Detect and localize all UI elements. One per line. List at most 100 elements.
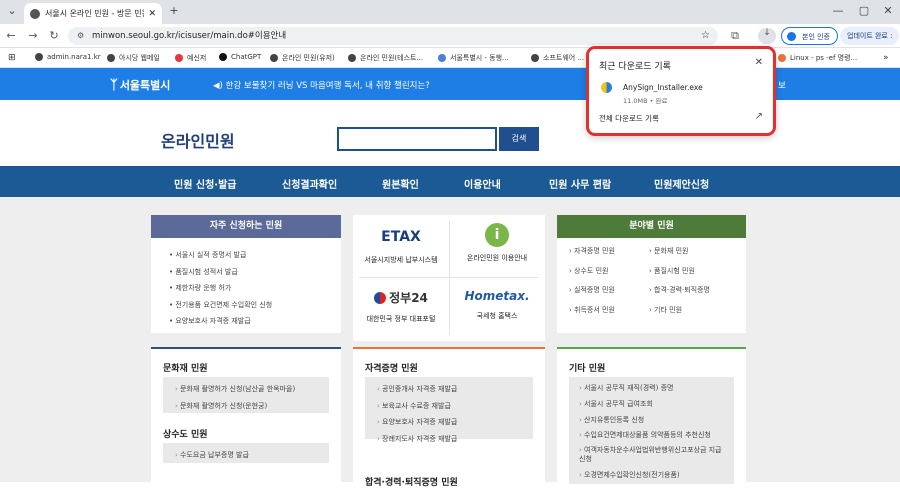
globe-icon [107,54,115,62]
bookmark-item[interactable]: 서울특별시 - 동행... [438,53,509,63]
culture-title[interactable]: 문화재 민원 [163,361,208,374]
list-item[interactable]: 서울시 공무직 재직(경력) 증명 [579,383,734,393]
other-list: 서울시 공무직 재직(경력) 증명 서울시 공무직 급여조회 산지유통인등록 신… [569,377,734,480]
page-title[interactable]: 온라인민원 [161,128,235,152]
globe-icon [35,53,43,61]
list-item[interactable]: 공인중개사 자격증 재발급 [377,384,533,394]
guide-link[interactable]: i 온라인민원 이용안내 [449,223,545,263]
service-label: 온라인민원 이용안내 [466,254,528,262]
bookmark-item[interactable]: ChatGPT [219,53,261,61]
list-item[interactable]: 수입요건면제대상물품 의약품등의 추천신청 [579,431,727,440]
taeguk-icon [374,292,387,304]
globe-icon [531,54,539,62]
list-item[interactable]: 오경면제수입확인신청(전기용품) [579,470,734,480]
list-item[interactable]: • 서울시 실적 증명서 발급 [169,250,341,260]
download-icon[interactable]: ↓ [758,28,776,44]
seoul-logo-text: 서울특별시 [119,79,171,92]
extensions-icon[interactable]: ⧉ [728,29,742,43]
frequent-header: 자주 신청하는 민원 [151,215,341,238]
list-item[interactable]: › 문화재 민원 [649,246,710,256]
list-item[interactable]: • 요양보호사 자격증 재발급 [169,316,341,326]
content-area: 자주 신청하는 민원 • 서울시 실적 증명서 발급 • 품질시험 성적서 발급… [0,197,900,488]
new-tab-button[interactable]: + [166,4,182,17]
bookmark-item[interactable]: 예신저 [175,53,206,63]
maximize-button[interactable]: ▢ [856,4,872,17]
nav-handbook[interactable]: 민원 사무 편람 [549,176,611,191]
list-item[interactable]: 장례지도사 자격증 재발급 [377,434,533,444]
list-item[interactable]: • 품질시험 성적서 발급 [169,267,341,277]
bookmark-item[interactable]: admin.nara1.kr [35,53,101,61]
water-title[interactable]: 상수도 민원 [163,427,208,440]
browser-tab[interactable]: 서울시 온라인 민원 - 방문 민원 ... ✕ [24,3,162,24]
nav-result[interactable]: 신청결과확인 [282,176,337,191]
update-button[interactable]: 업데이트 완료 : [840,27,900,45]
forward-arrow-icon[interactable]: → [26,29,40,42]
list-item[interactable]: • 제한차량 운행 허가 [169,283,341,293]
tab-close-icon[interactable]: ✕ [148,9,156,19]
bookmark-item[interactable]: 온라인 민원(유저) [270,53,335,63]
by-field-col2: › 문화재 민원 › 품질시험 민원 › 합격·경력·퇴직증명 › 기타 민원 [649,246,710,324]
all-downloads-link[interactable]: 전체 다운로드 기록 [599,113,659,124]
list-item[interactable]: › 기타 민원 [649,305,710,315]
download-file-name[interactable]: AnySign_Installer.exe [623,83,703,92]
search-button[interactable]: 검색 [499,127,539,151]
address-bar-row: ← → ↻ ⚙ minwon.seoul.go.kr/icisuser/main… [0,24,900,48]
site-info-icon[interactable]: ⚙ [77,27,84,45]
close-window-button[interactable]: ✕ [880,4,896,17]
tab-search-icon[interactable]: ⌄ [4,4,20,17]
list-item[interactable]: 문화재 촬영허가 신청(운현궁) [175,401,329,411]
gov24-link[interactable]: 정부24 대한민국 정부 대표포털 [353,289,449,324]
bookmark-item[interactable]: 온라인 민원(테스트... [348,53,423,63]
list-item[interactable]: › 취득증서 민원 [569,305,615,315]
url-text: minwon.seoul.go.kr/icisuser/main.do#이용안내 [92,31,287,41]
by-field-header: 분야별 민원 [557,215,746,238]
list-item[interactable]: 보육교사 수료증 재발급 [377,401,533,411]
linux-icon [778,54,786,62]
other-list-box: 서울시 공무직 재직(경력) 증명 서울시 공무직 급여조회 산지유통인등록 신… [569,377,734,484]
list-item[interactable]: › 품질시험 민원 [649,266,710,276]
hometax-logo: Hometax. [464,289,530,303]
bookmark-star-icon[interactable]: ☆ [701,27,710,45]
list-item[interactable]: 문화재 촬영허가 신청(남산골 한옥마을) [175,384,329,394]
bookmark-item[interactable]: Linux - ps -ef 명령... [778,53,857,63]
minimize-button[interactable]: — [830,4,846,17]
etax-link[interactable]: ETAX 서울시지방세 납부시스템 [353,229,449,265]
list-item[interactable]: 요양보호사 자격증 재발급 [377,417,533,427]
open-external-icon[interactable]: ↗ [755,111,763,122]
list-item[interactable]: › 실적증명 민원 [569,285,615,295]
apps-grid-icon[interactable]: ⊞ [8,53,16,63]
culture-list-box: 문화재 촬영허가 신청(남산골 한옥마을) 문화재 촬영허가 신청(운현궁) [163,377,329,413]
url-field[interactable]: ⚙ minwon.seoul.go.kr/icisuser/main.do#이용… [68,27,718,45]
nav-proposal[interactable]: 민원제안신청 [654,176,709,191]
list-item[interactable]: 서울시 공무직 급여조회 [579,399,734,409]
license-panel: 자격증명 민원 공인중개사 자격증 재발급 보육교사 수료증 재발급 요양보호사… [353,347,545,488]
list-item[interactable]: 수도요금 납부증명 발급 [175,450,329,460]
bookmark-item[interactable]: 소프트웨어 ... [531,53,584,63]
nav-guide[interactable]: 이용안내 [464,176,501,199]
services-panel: ETAX 서울시지방세 납부시스템 i 온라인민원 이용안내 정부24 대한민국… [353,215,545,341]
bookmarks-more-icon[interactable]: » [883,53,889,63]
list-item[interactable]: › 합격·경력·퇴직증명 [649,285,710,295]
seoul-logo[interactable]: ᛉ 서울특별시 [110,77,170,93]
close-icon[interactable]: ✕ [755,57,763,68]
back-arrow-icon[interactable]: ← [4,29,18,42]
other-title[interactable]: 기타 민원 [569,361,605,374]
nav-apply[interactable]: 민원 신청·발급 [174,176,236,191]
frequent-panel: 자주 신청하는 민원 • 서울시 실적 증명서 발급 • 품질시험 성적서 발급… [151,215,341,333]
list-item[interactable]: 산지유통인등록 신청 [579,415,734,425]
search-input[interactable] [337,127,497,151]
notice-text[interactable]: ◀) 한강 보물찾기 러닝 VS 마음여행 독서, 내 취향 챌린지는? [213,79,430,91]
license-title[interactable]: 자격증명 민원 [365,361,418,374]
hometax-link[interactable]: Hometax. 국세청 홈택스 [449,289,545,321]
reload-icon[interactable]: ↻ [47,29,61,42]
bookmark-item[interactable]: 아시당 웹메일 [107,53,160,63]
seoul-logo-mark-icon: ᛉ [110,77,118,93]
list-item[interactable]: • 전기용품 요건면제 수입확인 신청 [169,300,341,310]
profile-button[interactable]: 본인 인증 [781,27,838,45]
globe-icon [270,54,278,62]
list-item[interactable]: › 자격증명 민원 [569,246,615,256]
nav-original[interactable]: 원본확인 [382,176,419,191]
list-item[interactable]: 여객자동차운수사업법위반행위신고포상금 지급신청 [579,446,727,464]
info-icon: i [485,223,509,247]
list-item[interactable]: › 상수도 민원 [569,266,615,276]
